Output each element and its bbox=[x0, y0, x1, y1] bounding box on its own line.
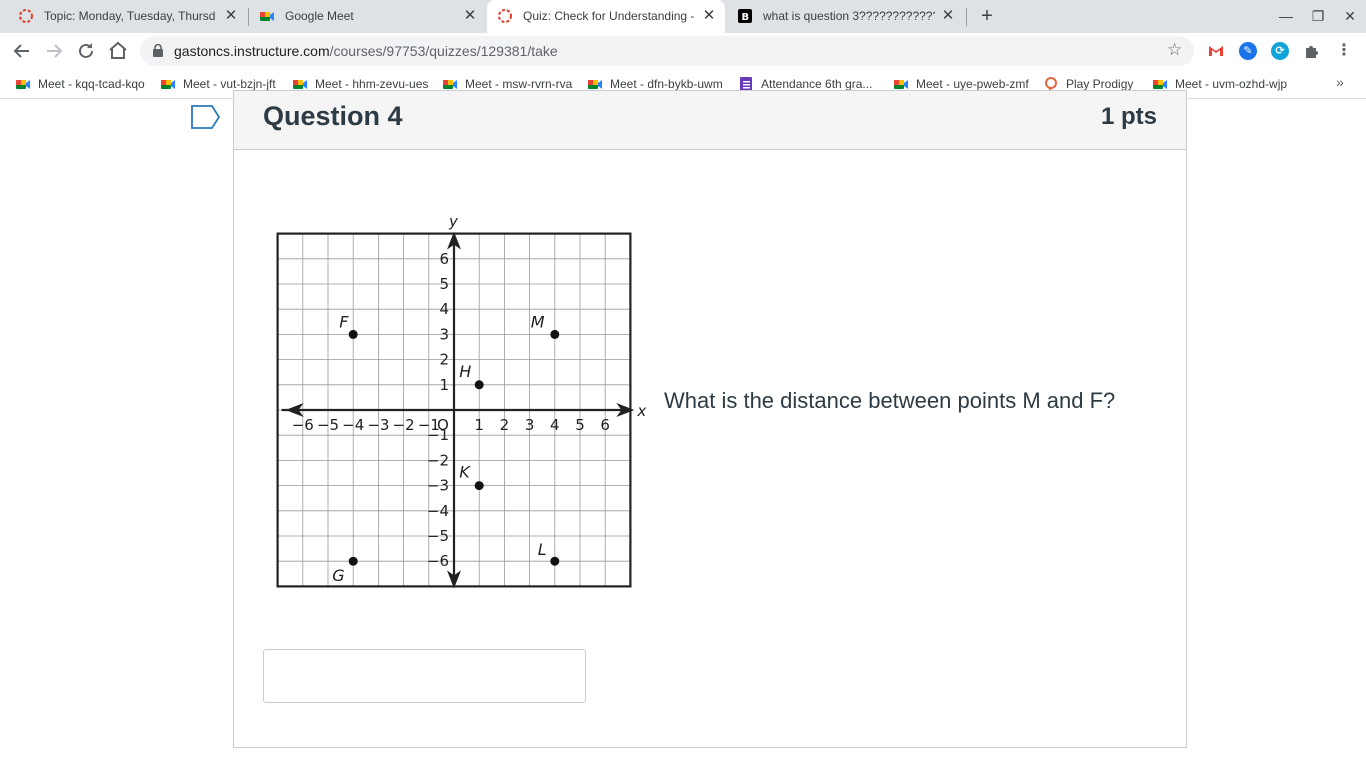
meet-icon bbox=[15, 76, 31, 92]
svg-text:B: B bbox=[742, 12, 750, 23]
restore-button[interactable]: ❐ bbox=[1307, 5, 1329, 27]
point-m bbox=[550, 329, 560, 339]
menu-icon[interactable]: ⋮ bbox=[1335, 42, 1353, 60]
bookmark-label: Meet - vut-bzjn-jft bbox=[183, 77, 276, 91]
tab-title: Google Meet bbox=[285, 9, 354, 23]
y-tick-label: 1 bbox=[439, 376, 449, 394]
tab-strip: Topic: Monday, Tuesday, Thursd ✕ Google … bbox=[0, 0, 1366, 33]
minimize-button[interactable]: — bbox=[1275, 5, 1297, 27]
forward-button[interactable] bbox=[42, 39, 66, 63]
y-tick-label: 3 bbox=[439, 325, 449, 343]
y-tick-label: −6 bbox=[427, 552, 449, 570]
bookmark-label: Meet - msw-rvrn-rva bbox=[465, 77, 573, 91]
question-header: Question 4 1 pts bbox=[234, 91, 1186, 150]
y-tick-label: −5 bbox=[427, 527, 449, 545]
bookmarks-overflow-icon[interactable]: » bbox=[1336, 74, 1344, 90]
answer-input[interactable] bbox=[263, 649, 586, 703]
point-f bbox=[348, 329, 358, 339]
question-title: Question 4 bbox=[263, 101, 403, 131]
y-tick-label: 4 bbox=[439, 300, 449, 318]
tab-title: Quiz: Check for Understanding - bbox=[523, 9, 695, 23]
bookmark-label: Attendance 6th gra... bbox=[761, 77, 873, 91]
x-tick-label: −3 bbox=[367, 416, 389, 434]
y-tick-label: −4 bbox=[427, 502, 449, 520]
question-text: What is the distance between points M an… bbox=[664, 388, 1116, 413]
forward-arrow-icon bbox=[47, 44, 63, 58]
coordinate-plane-graph: xyO−6 −5 −4 −3 −2 −1 1 2 3 4 5 6654321−1−2−3−4−5−6F… bbox=[276, 213, 646, 589]
page-content: Question 4 1 pts x y O −6 −5 −4 −3 −2 −1 1 2 3 4 5 6 6 5… bbox=[0, 90, 1366, 768]
x-tick-label: 6 bbox=[600, 416, 610, 434]
x-tick-label: 2 bbox=[500, 416, 510, 434]
x-tick-label: −2 bbox=[393, 416, 415, 434]
bookmark-label: Meet - hhm-zevu-ues bbox=[315, 77, 429, 91]
close-icon[interactable]: ✕ bbox=[700, 7, 718, 25]
bookmark-label: Play Prodigy bbox=[1066, 77, 1134, 91]
y-tick-label: −3 bbox=[427, 477, 449, 495]
point-label: L bbox=[538, 540, 547, 559]
url-path: /courses/97753/quizzes/129381/take bbox=[329, 43, 558, 59]
point-g bbox=[348, 556, 358, 566]
flag-question-icon[interactable] bbox=[191, 104, 221, 130]
lock-icon bbox=[153, 44, 163, 57]
question-points: 1 pts bbox=[1100, 103, 1157, 130]
browser-toolbar: gastoncs.instructure.com/courses/97753/q… bbox=[0, 33, 1366, 69]
back-arrow-icon bbox=[13, 44, 29, 58]
brainly-icon: B bbox=[738, 9, 752, 23]
close-icon[interactable]: ✕ bbox=[222, 7, 240, 25]
reload-icon bbox=[79, 43, 93, 58]
close-icon[interactable]: ✕ bbox=[939, 7, 957, 25]
home-button[interactable] bbox=[106, 39, 130, 63]
tab-topic[interactable]: Topic: Monday, Tuesday, Thursd ✕ bbox=[8, 0, 248, 33]
point-label: K bbox=[459, 463, 471, 482]
bookmark-label: Meet - kqq-tcad-kqo bbox=[38, 77, 145, 91]
point-label: M bbox=[531, 312, 545, 331]
y-tick-label: 6 bbox=[439, 250, 449, 268]
gmail-icon[interactable] bbox=[1207, 42, 1225, 60]
meet-icon bbox=[260, 12, 274, 21]
meet-icon bbox=[160, 76, 176, 92]
x-tick-label: −6 bbox=[292, 416, 314, 434]
x-tick-label: 3 bbox=[525, 416, 535, 434]
x-tick-label: 5 bbox=[575, 416, 585, 434]
extension-icon[interactable]: ⟳ bbox=[1271, 42, 1289, 60]
home-icon bbox=[109, 41, 127, 59]
puzzle-icon[interactable] bbox=[1303, 42, 1321, 60]
tab-quiz[interactable]: Quiz: Check for Understanding - ✕ bbox=[487, 0, 725, 33]
back-button[interactable] bbox=[10, 39, 34, 63]
y-tick-label: 2 bbox=[439, 351, 449, 369]
url-text: gastoncs.instructure.com/courses/97753/q… bbox=[174, 43, 558, 59]
reload-button[interactable] bbox=[74, 39, 98, 63]
y-tick-label: −2 bbox=[427, 451, 449, 469]
tab-brainly[interactable]: B what is question 3???????????? - ✕ bbox=[727, 0, 965, 33]
bookmark-label: Meet - uvm-ozhd-wjp bbox=[1175, 77, 1288, 91]
point-h bbox=[474, 380, 484, 390]
point-label: H bbox=[459, 362, 471, 381]
extension-icon[interactable]: ✎ bbox=[1239, 42, 1257, 60]
x-tick-label: −5 bbox=[317, 416, 339, 434]
point-k bbox=[474, 481, 484, 491]
point-label: F bbox=[339, 312, 349, 331]
new-tab-button[interactable]: + bbox=[976, 5, 998, 27]
close-window-button[interactable]: ✕ bbox=[1339, 5, 1361, 27]
y-tick-label: −1 bbox=[427, 426, 449, 444]
tab-google-meet[interactable]: Google Meet ✕ bbox=[249, 0, 487, 33]
point-l bbox=[550, 556, 560, 566]
x-axis-label: x bbox=[636, 402, 646, 420]
address-bar[interactable]: gastoncs.instructure.com/courses/97753/q… bbox=[140, 36, 1194, 66]
tab-title: Topic: Monday, Tuesday, Thursd bbox=[44, 9, 216, 23]
point-label: G bbox=[332, 566, 344, 585]
url-host: gastoncs.instructure.com bbox=[174, 43, 330, 59]
x-tick-label: 1 bbox=[474, 416, 484, 434]
tab-title: what is question 3???????????? - bbox=[763, 9, 935, 23]
bookmark-label: Meet - dfn-bykb-uwm bbox=[610, 77, 723, 91]
canvas-icon bbox=[498, 9, 512, 23]
y-tick-label: 5 bbox=[439, 275, 449, 293]
y-axis-label: y bbox=[448, 213, 459, 231]
close-icon[interactable]: ✕ bbox=[461, 7, 479, 25]
canvas-icon bbox=[19, 9, 33, 23]
x-tick-label: −4 bbox=[342, 416, 364, 434]
x-tick-label: 4 bbox=[550, 416, 560, 434]
bookmark-label: Meet - uye-pweb-zmf bbox=[916, 77, 1029, 91]
bookmark-star-icon[interactable]: ☆ bbox=[1167, 40, 1182, 60]
